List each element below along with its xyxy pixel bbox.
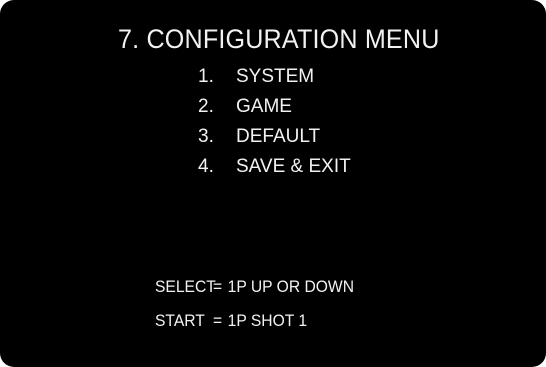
- menu-item-number: 1.: [198, 66, 214, 87]
- config-menu-screen: 7. CONFIGURATION MENU 1. SYSTEM 2. GAME …: [0, 0, 546, 367]
- menu-item-label: DEFAULT: [236, 126, 321, 147]
- controls-help: SELECT = 1P UP OR DOWN START = 1P SHOT 1: [155, 270, 354, 338]
- control-separator: =: [212, 277, 223, 296]
- menu-item-number: 2.: [198, 96, 214, 117]
- menu-item-number: 4.: [198, 156, 214, 177]
- config-menu-list: 1. SYSTEM 2. GAME 3. DEFAULT 4. SAVE & E…: [198, 62, 351, 182]
- menu-item-label: SAVE & EXIT: [236, 156, 351, 177]
- menu-item-default[interactable]: 3. DEFAULT: [198, 122, 351, 152]
- menu-item-save-exit[interactable]: 4. SAVE & EXIT: [198, 152, 351, 182]
- menu-item-label: GAME: [236, 96, 292, 117]
- control-action: 1P SHOT 1: [227, 311, 308, 330]
- menu-item-system[interactable]: 1. SYSTEM: [198, 62, 351, 92]
- control-separator: =: [212, 311, 223, 330]
- control-select-row: SELECT = 1P UP OR DOWN: [155, 270, 354, 304]
- control-action: 1P UP OR DOWN: [227, 277, 354, 296]
- menu-title: 7. CONFIGURATION MENU: [118, 24, 440, 54]
- control-key: SELECT: [155, 277, 216, 296]
- control-key: START: [155, 311, 205, 330]
- menu-item-number: 3.: [198, 126, 214, 147]
- menu-item-label: SYSTEM: [236, 66, 315, 87]
- menu-item-game[interactable]: 2. GAME: [198, 92, 351, 122]
- control-start-row: START = 1P SHOT 1: [155, 304, 354, 338]
